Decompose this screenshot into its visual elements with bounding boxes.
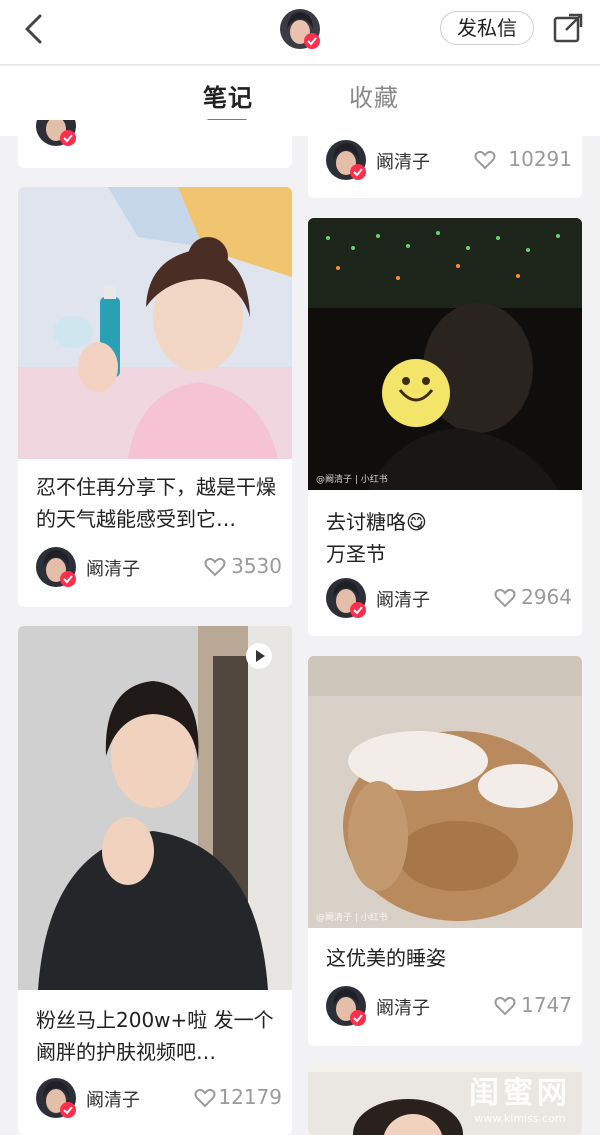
heart-icon[interactable]	[474, 150, 496, 170]
author-avatar[interactable]	[34, 1076, 78, 1120]
note-card[interactable]	[18, 120, 292, 168]
author-name[interactable]: 阚清子	[86, 1086, 140, 1112]
note-cover-image	[308, 656, 582, 928]
note-title-line: 万圣节	[326, 542, 386, 566]
note-meta: 阚清子 3530	[34, 545, 282, 589]
watermark-url: www.kimiss.com	[474, 1112, 566, 1125]
note-meta	[34, 120, 282, 162]
note-title: 去讨糖咯😋 万圣节	[326, 506, 570, 570]
author-avatar[interactable]	[324, 138, 368, 182]
author-avatar[interactable]	[34, 120, 78, 148]
site-watermark: 闺蜜网 www.kimiss.com	[450, 1068, 590, 1130]
note-card[interactable]: 阚清子 10291	[308, 120, 582, 198]
note-title: 忍不住再分享下，越是干燥的天气越能感受到它…	[36, 475, 276, 531]
profile-avatar[interactable]	[278, 7, 322, 51]
like-count: 2964	[521, 585, 572, 609]
video-play-icon[interactable]	[245, 642, 273, 670]
like-count: 1747	[521, 993, 572, 1017]
note-meta: 阚清子 1747	[324, 984, 572, 1028]
image-watermark: @阚清子 | 小红书	[316, 475, 388, 485]
image-watermark: @阚清子 | 小红书	[316, 913, 388, 923]
note-card[interactable]: 忍不住再分享下，越是干燥的天气越能感受到它… 阚清子 3530	[18, 187, 292, 607]
heart-icon[interactable]	[204, 557, 226, 577]
note-meta: 阚清子 10291	[324, 138, 572, 182]
like-count: 10291	[508, 147, 572, 171]
tab-notes[interactable]: 笔记	[203, 78, 253, 113]
like-count: 12179	[218, 1085, 282, 1109]
send-message-button[interactable]: 发私信	[440, 11, 534, 45]
note-title-line: 去讨糖咯😋	[326, 510, 427, 534]
note-title: 这优美的睡姿	[326, 946, 446, 970]
heart-icon[interactable]	[494, 996, 516, 1016]
author-name[interactable]: 阚清子	[376, 586, 430, 612]
note-meta: 阚清子 2964	[324, 576, 572, 620]
author-name[interactable]: 阚清子	[376, 994, 430, 1020]
like-count: 3530	[231, 554, 282, 578]
note-card[interactable]: @阚清子 | 小红书 这优美的睡姿 阚清子 1747	[308, 656, 582, 1046]
note-card[interactable]: 粉丝马上200w+啦 发一个阚胖的护肤视频吧… 阚清子 12179	[18, 626, 292, 1135]
author-avatar[interactable]	[324, 576, 368, 620]
tab-favorites[interactable]: 收藏	[349, 78, 399, 113]
note-card[interactable]: @阚清子 | 小红书 去讨糖咯😋 万圣节 阚清子 2964	[308, 218, 582, 636]
author-avatar[interactable]	[34, 545, 78, 589]
top-bar: 发私信	[0, 0, 600, 65]
note-title: 粉丝马上200w+啦 发一个阚胖的护肤视频吧…	[36, 1008, 274, 1064]
author-name[interactable]: 阚清子	[86, 555, 140, 581]
author-avatar[interactable]	[324, 984, 368, 1028]
share-out-icon[interactable]	[552, 12, 584, 44]
chevron-left-icon[interactable]	[18, 12, 52, 46]
note-meta: 阚清子 12179	[34, 1076, 282, 1120]
heart-icon[interactable]	[194, 1088, 216, 1108]
watermark-logo: 闺蜜网	[469, 1076, 571, 1111]
note-cover-image	[18, 626, 292, 990]
author-name[interactable]: 阚清子	[376, 148, 430, 174]
note-cover-image	[308, 218, 582, 490]
heart-icon[interactable]	[494, 588, 516, 608]
note-cover-image	[18, 187, 292, 459]
